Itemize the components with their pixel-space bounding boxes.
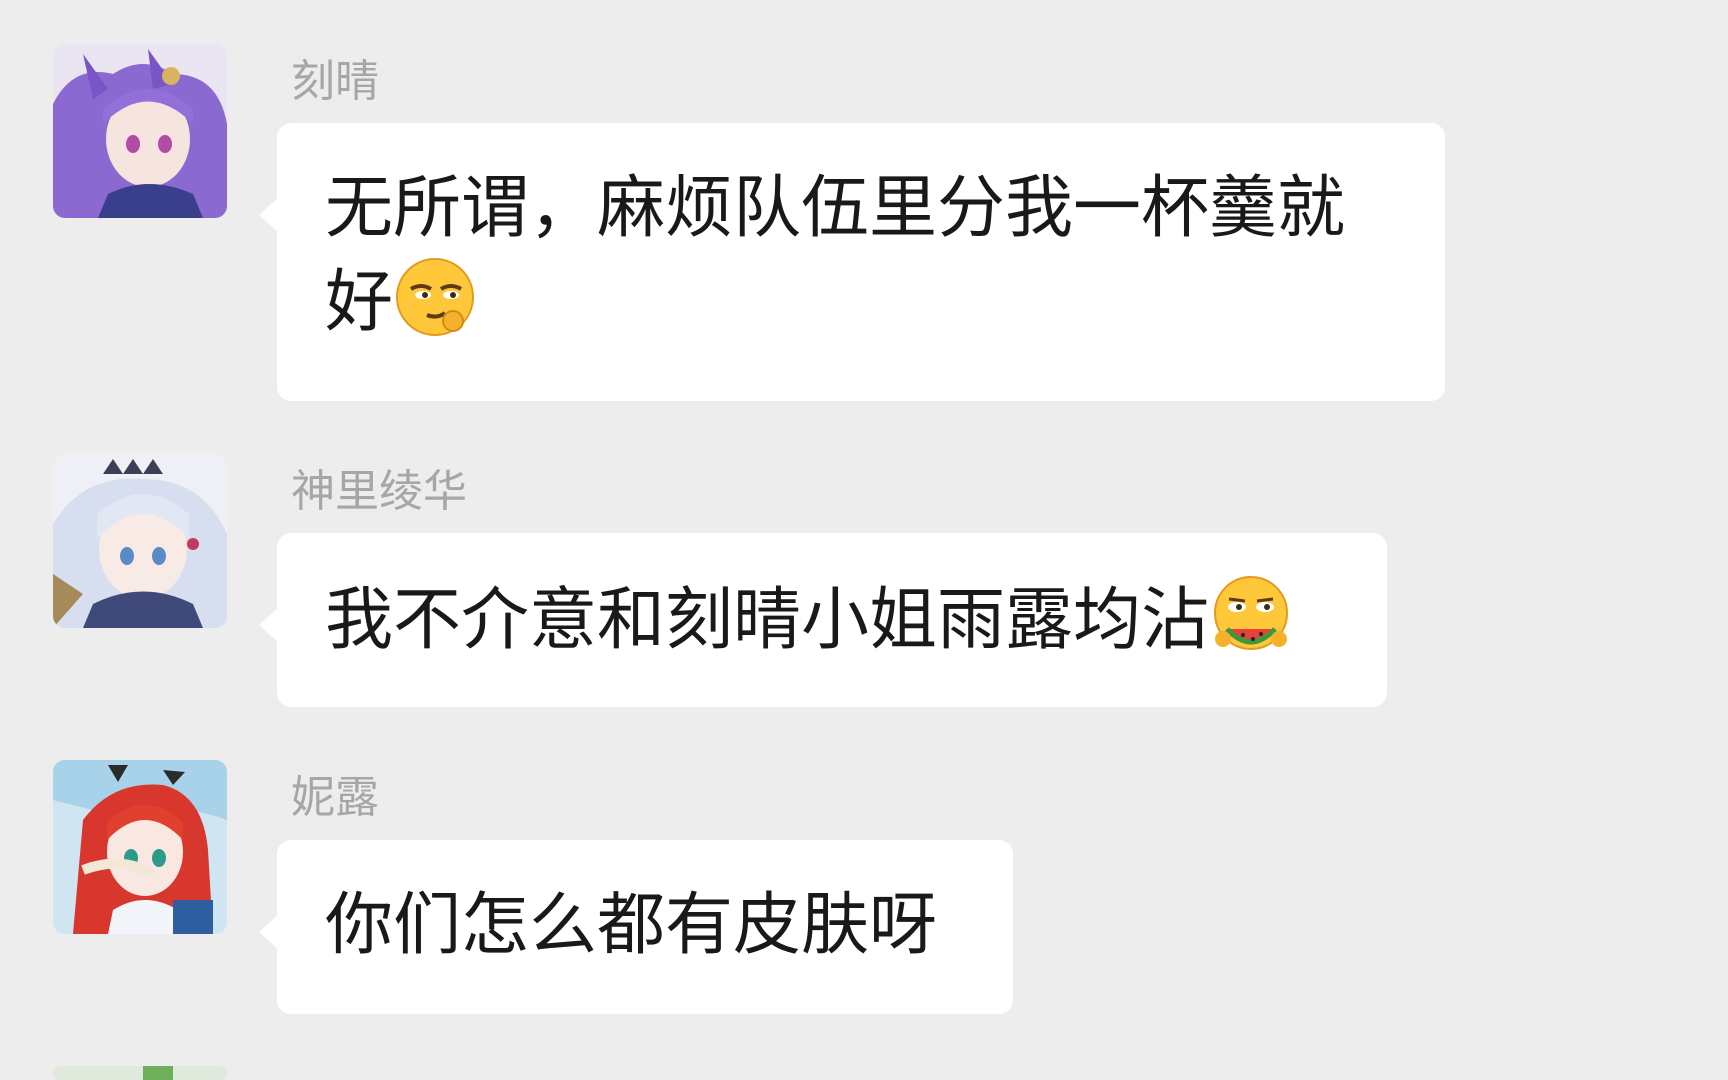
avatar-image-partial <box>53 1066 227 1080</box>
avatar[interactable] <box>53 760 227 934</box>
smirk-emoji-icon <box>393 255 477 339</box>
sender-name: 刻晴 <box>291 56 379 107</box>
eating-watermelon-emoji-icon <box>1209 573 1293 657</box>
message-text: 你们怎么都有皮肤呀 <box>325 886 938 965</box>
avatar[interactable] <box>53 44 227 218</box>
avatar-image-purple-hair <box>53 44 227 218</box>
chat-message-list: 刻晴 无所谓，麻烦队伍里分我一杯羹就好 神里绫华 我不介意和刻晴小姐雨露均沾 妮… <box>0 0 1728 1080</box>
message-text: 无所谓，麻烦队伍里分我一杯羹就好 <box>325 169 1346 342</box>
message-bubble[interactable]: 你们怎么都有皮肤呀 <box>259 840 1013 1014</box>
avatar[interactable] <box>53 454 227 628</box>
message-bubble[interactable]: 我不介意和刻晴小姐雨露均沾 <box>259 533 1387 707</box>
message-text: 我不介意和刻晴小姐雨露均沾 <box>325 581 1210 660</box>
avatar[interactable] <box>53 1066 227 1080</box>
avatar-image-red-hair <box>53 760 227 934</box>
sender-name: 妮露 <box>291 772 379 823</box>
sender-name: 神里绫华 <box>291 466 467 517</box>
message-bubble[interactable]: 无所谓，麻烦队伍里分我一杯羹就好 <box>259 123 1445 401</box>
avatar-image-white-hair <box>53 454 227 628</box>
